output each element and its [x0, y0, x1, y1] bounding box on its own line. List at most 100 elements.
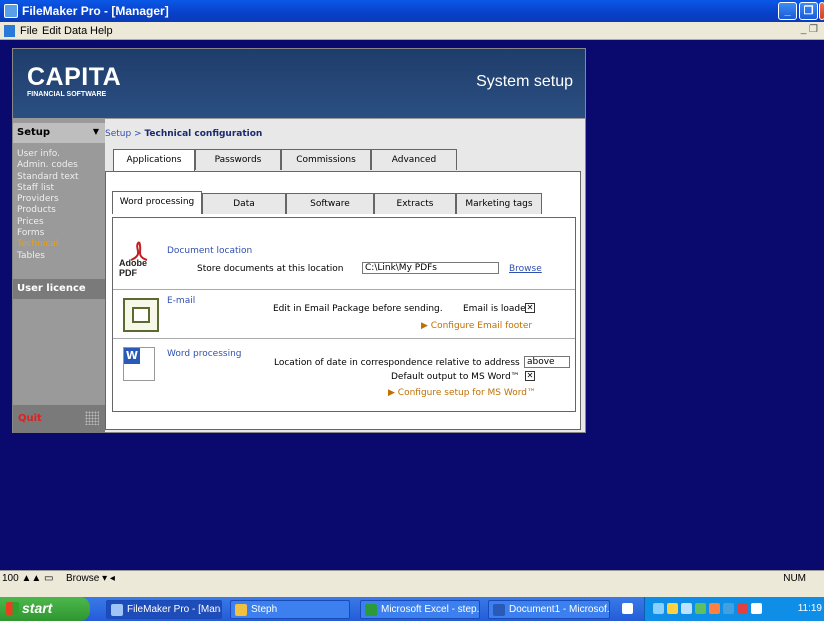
tray-app-icon[interactable]	[751, 603, 762, 614]
taskbar-item-word[interactable]: Document1 - Microsof...	[488, 600, 610, 619]
sidebar-item-user-info[interactable]: User info.	[17, 149, 79, 160]
default-output-label: Default output to MS Word™	[391, 372, 520, 382]
word-icon	[493, 604, 505, 616]
tab-data[interactable]: Data	[202, 193, 286, 214]
windows-flag-icon	[6, 602, 19, 615]
tray-app-icon[interactable]	[709, 603, 720, 614]
configure-word-link[interactable]: ▶ Configure setup for MS Word™	[388, 388, 536, 398]
tab-commissions[interactable]: Commissions	[281, 149, 371, 170]
configure-email-footer-label: Configure Email footer	[430, 321, 533, 331]
num-lock-indicator: NUM	[783, 573, 806, 584]
menu-bar: File Edit Data Help _ ❐	[0, 22, 824, 40]
sidebar-item-providers[interactable]: Providers	[17, 194, 79, 205]
window-titlebar: FileMaker Pro - [Manager] _ ❐	[0, 0, 824, 22]
ms-word-icon: W	[123, 347, 155, 381]
main-content: Setup > Technical configuration Applicat…	[105, 119, 585, 432]
taskbar: start FileMaker Pro - [Mana... Steph Mic…	[0, 597, 824, 621]
tray-app-icon[interactable]	[681, 603, 692, 614]
email-title: E-mail	[167, 296, 196, 306]
ms-word-logo: W	[124, 348, 140, 364]
email-section: E-mail Edit in Email Package before send…	[113, 290, 575, 339]
date-location-field[interactable]: above	[524, 356, 570, 368]
menu-edit[interactable]: Edit	[42, 25, 61, 37]
document-icon[interactable]	[4, 25, 15, 37]
taskbar-item-label: Microsoft Excel - step...	[381, 604, 480, 615]
taskbar-item-label: FileMaker Pro - [Mana...	[127, 604, 221, 615]
tab-extracts[interactable]: Extracts	[374, 193, 456, 214]
breadcrumb-current: Technical configuration	[144, 129, 263, 139]
sidebar-item-standard-text[interactable]: Standard text	[17, 172, 79, 183]
menu-file[interactable]: File	[20, 25, 38, 37]
setup-dropdown-label: Setup	[17, 127, 51, 138]
adobe-pdf-icon: Adobe PDF	[119, 240, 165, 278]
mode-selector[interactable]: Browse ▾ ◂	[66, 573, 115, 584]
tray-app-icon[interactable]	[737, 603, 748, 614]
help-icon[interactable]	[622, 603, 633, 614]
network-icon[interactable]	[653, 603, 664, 614]
setup-panel: CAPITA FINANCIAL SOFTWARE System setup S…	[12, 48, 586, 433]
mdi-window-controls[interactable]: _ ❐	[801, 24, 818, 35]
menu-data[interactable]: Data	[64, 25, 87, 37]
email-loaded-label: Email is loaded	[463, 304, 532, 314]
tab-passwords[interactable]: Passwords	[195, 149, 281, 170]
configure-word-label: Configure setup for MS Word™	[397, 388, 537, 398]
taskbar-item-excel[interactable]: Microsoft Excel - step...	[360, 600, 480, 619]
chevron-down-icon: ▼	[92, 127, 99, 136]
document-location-section: Adobe PDF Document location Store docume…	[113, 218, 575, 290]
arrow-right-icon: ▶	[421, 321, 431, 331]
filemaker-icon	[111, 604, 123, 616]
quit-button[interactable]: Quit	[18, 413, 42, 424]
sidebar-item-staff-list[interactable]: Staff list	[17, 183, 79, 194]
tray-app-icon[interactable]	[695, 603, 706, 614]
user-licence-button[interactable]: User licence	[13, 279, 105, 299]
sidebar-list: User info. Admin. codes Standard text St…	[17, 149, 79, 262]
email-loaded-checkbox[interactable]: ✕	[525, 303, 535, 313]
clock: 11:19	[797, 603, 822, 614]
breadcrumb: Setup > Technical configuration	[105, 129, 262, 139]
tab-applications[interactable]: Applications	[113, 149, 195, 172]
grip-icon	[85, 411, 99, 425]
taskbar-item-label: Document1 - Microsof...	[509, 604, 610, 615]
email-icon	[123, 298, 159, 332]
setup-dropdown[interactable]: Setup ▼	[13, 123, 105, 143]
security-icon[interactable]	[667, 603, 678, 614]
start-label: start	[22, 600, 53, 616]
tab-word-processing[interactable]: Word processing	[112, 191, 202, 214]
maximize-button[interactable]: ❐	[799, 2, 818, 20]
zoom-level[interactable]: 100 ▲▲ ▭	[2, 573, 54, 584]
document-location-title: Document location	[167, 246, 253, 256]
sidebar-item-products[interactable]: Products	[17, 205, 79, 216]
word-processing-section: W Word processing Location of date in co…	[113, 339, 575, 411]
window-title: FileMaker Pro - [Manager]	[22, 4, 169, 18]
volume-icon[interactable]	[723, 603, 734, 614]
sidebar-item-admin-codes[interactable]: Admin. codes	[17, 160, 79, 171]
tab-advanced[interactable]: Advanced	[371, 149, 457, 170]
default-output-checkbox[interactable]: ✕	[525, 371, 535, 381]
zoom-value: 100	[2, 573, 19, 584]
filemaker-app-icon	[4, 4, 18, 18]
sidebar-item-prices[interactable]: Prices	[17, 217, 79, 228]
configure-email-footer-link[interactable]: ▶ Configure Email footer	[421, 321, 532, 331]
excel-icon	[365, 604, 377, 616]
page-title: System setup	[476, 73, 573, 90]
folder-icon	[235, 604, 247, 616]
browse-link[interactable]: Browse	[509, 264, 542, 274]
arrow-right-icon: ▶	[388, 388, 398, 398]
sidebar-item-forms[interactable]: Forms	[17, 228, 79, 239]
email-icon-inner	[132, 307, 150, 323]
taskbar-item-filemaker[interactable]: FileMaker Pro - [Mana...	[106, 600, 222, 619]
sidebar-item-tables[interactable]: Tables	[17, 251, 79, 262]
taskbar-item-label: Steph	[251, 604, 278, 615]
breadcrumb-root[interactable]: Setup >	[105, 129, 142, 139]
store-location-field[interactable]: C:\Link\My PDFs	[362, 262, 499, 274]
tab-software[interactable]: Software	[286, 193, 374, 214]
taskbar-item-steph[interactable]: Steph	[230, 600, 350, 619]
store-location-label: Store documents at this location	[197, 264, 344, 274]
sidebar-item-technical[interactable]: Technical	[17, 239, 79, 250]
start-button[interactable]: start	[0, 597, 90, 621]
tab-marketing-tags[interactable]: Marketing tags	[456, 193, 542, 214]
minimize-button[interactable]: _	[778, 2, 797, 20]
menu-help[interactable]: Help	[90, 25, 113, 37]
close-button[interactable]	[819, 2, 824, 20]
banner: CAPITA FINANCIAL SOFTWARE System setup	[13, 49, 585, 119]
